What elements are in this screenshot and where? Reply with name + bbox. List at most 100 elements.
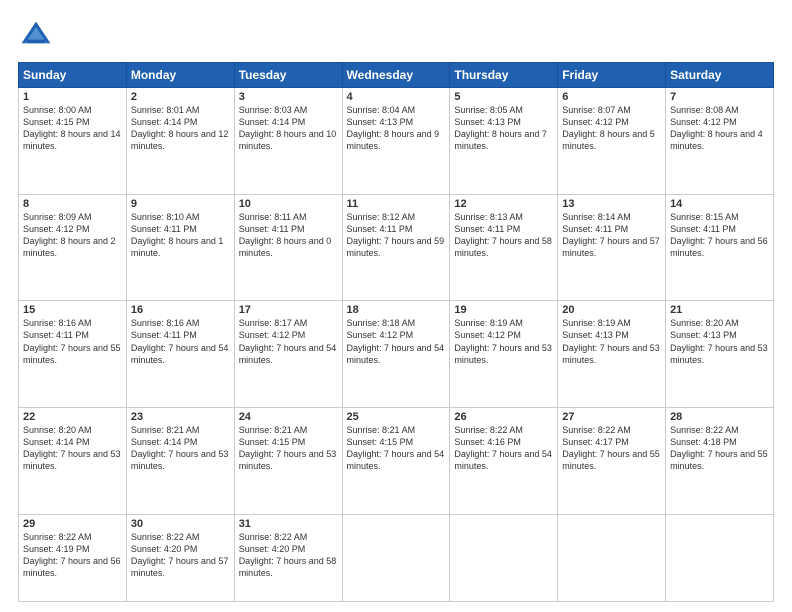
calendar-cell: 3Sunrise: 8:03 AMSunset: 4:14 PMDaylight… xyxy=(234,88,342,195)
day-number: 14 xyxy=(670,198,769,210)
cell-info: Sunrise: 8:04 AMSunset: 4:13 PMDaylight:… xyxy=(347,104,446,153)
day-number: 3 xyxy=(239,91,338,103)
calendar-cell xyxy=(666,514,774,601)
day-number: 5 xyxy=(454,91,553,103)
calendar-cell: 8Sunrise: 8:09 AMSunset: 4:12 PMDaylight… xyxy=(19,194,127,301)
cell-info: Sunrise: 8:16 AMSunset: 4:11 PMDaylight:… xyxy=(23,317,122,366)
cell-info: Sunrise: 8:21 AMSunset: 4:15 PMDaylight:… xyxy=(347,424,446,473)
day-number: 18 xyxy=(347,304,446,316)
day-number: 16 xyxy=(131,304,230,316)
cell-info: Sunrise: 8:21 AMSunset: 4:14 PMDaylight:… xyxy=(131,424,230,473)
day-number: 30 xyxy=(131,518,230,530)
cell-info: Sunrise: 8:13 AMSunset: 4:11 PMDaylight:… xyxy=(454,211,553,260)
calendar-week-5: 29Sunrise: 8:22 AMSunset: 4:19 PMDayligh… xyxy=(19,514,774,601)
header xyxy=(18,18,774,54)
day-number: 28 xyxy=(670,411,769,423)
calendar-cell: 12Sunrise: 8:13 AMSunset: 4:11 PMDayligh… xyxy=(450,194,558,301)
day-number: 8 xyxy=(23,198,122,210)
calendar-week-4: 22Sunrise: 8:20 AMSunset: 4:14 PMDayligh… xyxy=(19,408,774,515)
cell-info: Sunrise: 8:00 AMSunset: 4:15 PMDaylight:… xyxy=(23,104,122,153)
day-number: 9 xyxy=(131,198,230,210)
cell-info: Sunrise: 8:07 AMSunset: 4:12 PMDaylight:… xyxy=(562,104,661,153)
cell-info: Sunrise: 8:19 AMSunset: 4:12 PMDaylight:… xyxy=(454,317,553,366)
day-number: 31 xyxy=(239,518,338,530)
calendar-cell: 11Sunrise: 8:12 AMSunset: 4:11 PMDayligh… xyxy=(342,194,450,301)
calendar-cell: 14Sunrise: 8:15 AMSunset: 4:11 PMDayligh… xyxy=(666,194,774,301)
col-header-wednesday: Wednesday xyxy=(342,63,450,88)
calendar-cell: 4Sunrise: 8:04 AMSunset: 4:13 PMDaylight… xyxy=(342,88,450,195)
cell-info: Sunrise: 8:08 AMSunset: 4:12 PMDaylight:… xyxy=(670,104,769,153)
page: SundayMondayTuesdayWednesdayThursdayFrid… xyxy=(0,0,792,612)
calendar-cell: 26Sunrise: 8:22 AMSunset: 4:16 PMDayligh… xyxy=(450,408,558,515)
day-number: 11 xyxy=(347,198,446,210)
calendar-cell: 25Sunrise: 8:21 AMSunset: 4:15 PMDayligh… xyxy=(342,408,450,515)
day-number: 10 xyxy=(239,198,338,210)
cell-info: Sunrise: 8:17 AMSunset: 4:12 PMDaylight:… xyxy=(239,317,338,366)
calendar-cell: 10Sunrise: 8:11 AMSunset: 4:11 PMDayligh… xyxy=(234,194,342,301)
day-number: 17 xyxy=(239,304,338,316)
col-header-sunday: Sunday xyxy=(19,63,127,88)
calendar-header-row: SundayMondayTuesdayWednesdayThursdayFrid… xyxy=(19,63,774,88)
cell-info: Sunrise: 8:22 AMSunset: 4:20 PMDaylight:… xyxy=(131,531,230,580)
cell-info: Sunrise: 8:20 AMSunset: 4:13 PMDaylight:… xyxy=(670,317,769,366)
day-number: 25 xyxy=(347,411,446,423)
day-number: 7 xyxy=(670,91,769,103)
calendar-cell xyxy=(450,514,558,601)
day-number: 23 xyxy=(131,411,230,423)
cell-info: Sunrise: 8:03 AMSunset: 4:14 PMDaylight:… xyxy=(239,104,338,153)
day-number: 6 xyxy=(562,91,661,103)
calendar-cell: 2Sunrise: 8:01 AMSunset: 4:14 PMDaylight… xyxy=(126,88,234,195)
calendar-cell: 22Sunrise: 8:20 AMSunset: 4:14 PMDayligh… xyxy=(19,408,127,515)
day-number: 19 xyxy=(454,304,553,316)
day-number: 26 xyxy=(454,411,553,423)
logo-icon xyxy=(18,18,54,54)
col-header-monday: Monday xyxy=(126,63,234,88)
calendar-cell: 18Sunrise: 8:18 AMSunset: 4:12 PMDayligh… xyxy=(342,301,450,408)
calendar-cell: 29Sunrise: 8:22 AMSunset: 4:19 PMDayligh… xyxy=(19,514,127,601)
cell-info: Sunrise: 8:21 AMSunset: 4:15 PMDaylight:… xyxy=(239,424,338,473)
calendar-week-3: 15Sunrise: 8:16 AMSunset: 4:11 PMDayligh… xyxy=(19,301,774,408)
cell-info: Sunrise: 8:19 AMSunset: 4:13 PMDaylight:… xyxy=(562,317,661,366)
col-header-tuesday: Tuesday xyxy=(234,63,342,88)
col-header-saturday: Saturday xyxy=(666,63,774,88)
cell-info: Sunrise: 8:15 AMSunset: 4:11 PMDaylight:… xyxy=(670,211,769,260)
cell-info: Sunrise: 8:20 AMSunset: 4:14 PMDaylight:… xyxy=(23,424,122,473)
calendar-table: SundayMondayTuesdayWednesdayThursdayFrid… xyxy=(18,62,774,602)
calendar-cell: 30Sunrise: 8:22 AMSunset: 4:20 PMDayligh… xyxy=(126,514,234,601)
cell-info: Sunrise: 8:18 AMSunset: 4:12 PMDaylight:… xyxy=(347,317,446,366)
day-number: 22 xyxy=(23,411,122,423)
calendar-cell: 21Sunrise: 8:20 AMSunset: 4:13 PMDayligh… xyxy=(666,301,774,408)
cell-info: Sunrise: 8:05 AMSunset: 4:13 PMDaylight:… xyxy=(454,104,553,153)
calendar-cell: 24Sunrise: 8:21 AMSunset: 4:15 PMDayligh… xyxy=(234,408,342,515)
calendar-week-1: 1Sunrise: 8:00 AMSunset: 4:15 PMDaylight… xyxy=(19,88,774,195)
col-header-friday: Friday xyxy=(558,63,666,88)
calendar-cell: 28Sunrise: 8:22 AMSunset: 4:18 PMDayligh… xyxy=(666,408,774,515)
calendar-cell xyxy=(342,514,450,601)
cell-info: Sunrise: 8:22 AMSunset: 4:16 PMDaylight:… xyxy=(454,424,553,473)
calendar-week-2: 8Sunrise: 8:09 AMSunset: 4:12 PMDaylight… xyxy=(19,194,774,301)
day-number: 12 xyxy=(454,198,553,210)
day-number: 24 xyxy=(239,411,338,423)
day-number: 21 xyxy=(670,304,769,316)
calendar-cell: 19Sunrise: 8:19 AMSunset: 4:12 PMDayligh… xyxy=(450,301,558,408)
day-number: 4 xyxy=(347,91,446,103)
calendar-cell: 16Sunrise: 8:16 AMSunset: 4:11 PMDayligh… xyxy=(126,301,234,408)
cell-info: Sunrise: 8:12 AMSunset: 4:11 PMDaylight:… xyxy=(347,211,446,260)
day-number: 2 xyxy=(131,91,230,103)
cell-info: Sunrise: 8:09 AMSunset: 4:12 PMDaylight:… xyxy=(23,211,122,260)
calendar-cell: 15Sunrise: 8:16 AMSunset: 4:11 PMDayligh… xyxy=(19,301,127,408)
cell-info: Sunrise: 8:14 AMSunset: 4:11 PMDaylight:… xyxy=(562,211,661,260)
day-number: 13 xyxy=(562,198,661,210)
cell-info: Sunrise: 8:22 AMSunset: 4:19 PMDaylight:… xyxy=(23,531,122,580)
calendar-cell: 1Sunrise: 8:00 AMSunset: 4:15 PMDaylight… xyxy=(19,88,127,195)
calendar-cell: 23Sunrise: 8:21 AMSunset: 4:14 PMDayligh… xyxy=(126,408,234,515)
calendar-cell: 31Sunrise: 8:22 AMSunset: 4:20 PMDayligh… xyxy=(234,514,342,601)
calendar-cell xyxy=(558,514,666,601)
cell-info: Sunrise: 8:11 AMSunset: 4:11 PMDaylight:… xyxy=(239,211,338,260)
day-number: 1 xyxy=(23,91,122,103)
calendar-cell: 6Sunrise: 8:07 AMSunset: 4:12 PMDaylight… xyxy=(558,88,666,195)
calendar-cell: 7Sunrise: 8:08 AMSunset: 4:12 PMDaylight… xyxy=(666,88,774,195)
cell-info: Sunrise: 8:01 AMSunset: 4:14 PMDaylight:… xyxy=(131,104,230,153)
day-number: 15 xyxy=(23,304,122,316)
cell-info: Sunrise: 8:22 AMSunset: 4:17 PMDaylight:… xyxy=(562,424,661,473)
